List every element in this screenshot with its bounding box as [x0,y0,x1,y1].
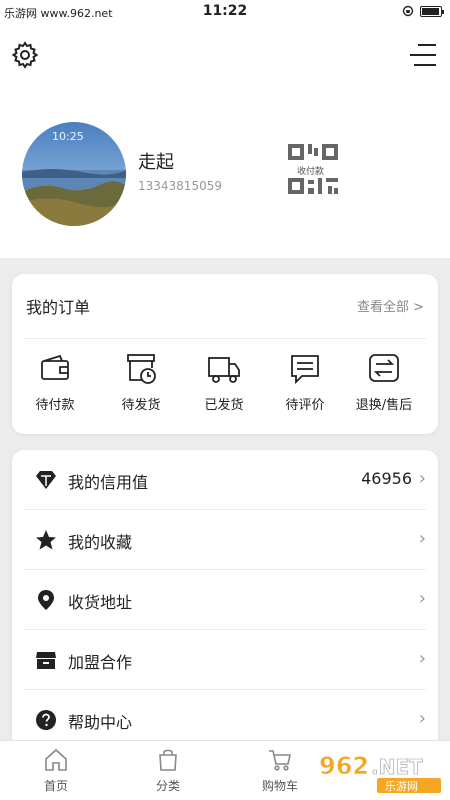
clock: 11:22 [202,3,248,19]
tab-label: 购物车 [261,779,298,793]
bag-icon [159,749,177,771]
user-phone: 13343815059 [138,179,222,193]
credit-value: 46956 [361,469,412,488]
menu-item-address[interactable]: 收货地址 › [24,570,426,630]
menu-item-franchise[interactable]: 加盟合作 › [24,630,426,690]
tab-home[interactable]: 首页 [11,747,101,794]
orders-title: 我的订单 [26,298,91,317]
menu-item-credit[interactable]: 我的信用值 46956 › [24,450,426,510]
menu-item-label: 加盟合作 [68,653,133,672]
diamond-icon [36,471,56,489]
qr-label: 收付款 [296,164,326,177]
comment-icon [291,355,319,385]
status-icons [402,5,444,17]
order-status-pending-review[interactable]: 待评价 [265,352,345,413]
chevron-right-icon: › [418,648,426,669]
tab-category[interactable]: 分类 [123,747,213,794]
tab-label: 分类 [155,779,180,793]
tab-label: 首页 [43,779,68,793]
menu-item-label: 收货地址 [68,593,133,612]
battery-icon [420,5,444,17]
menu-item-favorites[interactable]: 我的收藏 › [24,510,426,570]
store-icon [36,652,56,669]
exchange-icon [369,354,399,382]
order-status-label: 待付款 [35,398,75,413]
home-icon [45,748,67,771]
status-bar: 乐游网 www.962.net 11:22 [0,0,450,24]
truck-icon [208,357,240,383]
view-all-orders-link[interactable]: 查看全部 > [357,296,424,315]
menu-item-label: 我的信用值 [68,473,149,492]
chevron-right-icon: › [418,528,426,549]
user-name: 走起 [138,152,174,173]
svg-text:.NET: .NET [371,755,423,779]
orders-card: 我的订单 查看全部 > 待付款 待发货 已发货 待评价 退换/售后 [12,274,438,434]
chevron-right-icon: › [418,468,426,489]
svg-text:962: 962 [319,752,369,780]
menu-item-label: 我的收藏 [68,533,133,552]
avatar-landscape-image: 10:25 [22,122,126,226]
menu-icon[interactable] [410,42,438,68]
svg-text:乐游网: 乐游网 [385,780,418,793]
order-status-after-sales[interactable]: 退换/售后 [344,352,424,413]
help-icon [36,710,56,730]
chevron-right-icon: › [418,708,426,729]
menu-list-card: 我的信用值 46956 › 我的收藏 › 收货地址 › 加盟合作 › 帮助中心 … [12,450,438,750]
order-status-pending-shipment[interactable]: 待发货 [101,352,181,413]
order-status-label: 待评价 [285,398,325,413]
site-watermark-logo: 962 .NET 乐游网 [319,752,441,793]
gear-icon[interactable] [10,40,40,70]
profile-header: 10:25 走起 13343815059 收付款 [0,24,450,258]
chevron-right-icon: › [418,588,426,609]
tab-cart[interactable]: 购物车 [235,747,325,794]
menu-item-label: 帮助中心 [68,713,133,732]
star-icon [36,530,56,550]
order-status-label: 退换/售后 [355,398,413,413]
order-status-pending-payment[interactable]: 待付款 [15,352,95,413]
cart-icon [269,750,291,771]
package-clock-icon [127,354,156,384]
rotation-lock-icon [402,5,414,17]
order-status-shipped[interactable]: 已发货 [184,352,264,413]
avatar[interactable]: 10:25 [22,122,126,226]
divider [24,338,426,339]
order-status-label: 已发货 [204,398,244,413]
location-pin-icon [38,590,54,610]
order-status-label: 待发货 [121,398,161,413]
wallet-icon [41,354,69,380]
svg-text:10:25: 10:25 [52,130,84,143]
